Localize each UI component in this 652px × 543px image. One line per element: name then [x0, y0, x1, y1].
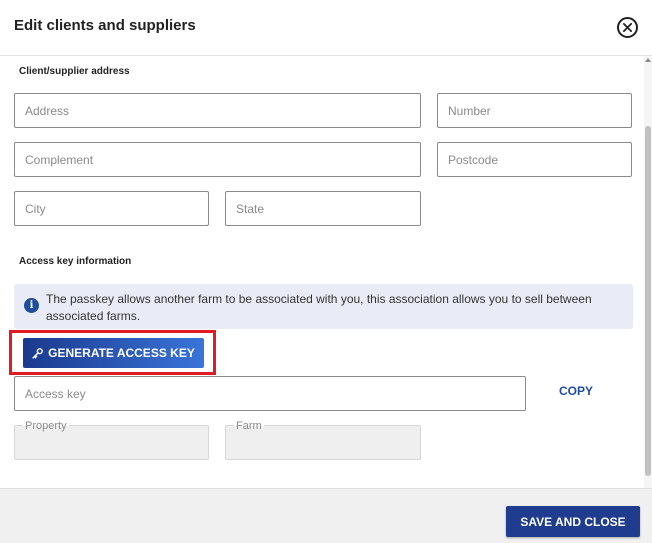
close-icon[interactable] [617, 17, 638, 38]
complement-input[interactable] [15, 143, 420, 176]
property-label: Property [23, 420, 69, 432]
city-field[interactable] [14, 191, 209, 226]
info-text: The passkey allows another farm to be as… [46, 292, 592, 323]
info-icon: i [24, 298, 39, 313]
access-key-field[interactable] [14, 376, 526, 411]
number-field[interactable] [437, 93, 632, 128]
info-banner: i The passkey allows another farm to be … [14, 284, 633, 329]
address-field[interactable] [14, 93, 421, 128]
modal-title: Edit clients and suppliers [14, 17, 196, 34]
modal-body: Client/supplier address Access key infor… [0, 56, 644, 488]
address-input[interactable] [15, 94, 420, 127]
modal-header: Edit clients and suppliers [0, 0, 652, 56]
postcode-input[interactable] [438, 143, 631, 176]
access-key-input[interactable] [15, 377, 525, 410]
generate-access-key-button[interactable]: GENERATE ACCESS KEY [23, 338, 204, 368]
number-input[interactable] [438, 94, 631, 127]
city-input[interactable] [15, 192, 208, 225]
key-icon [32, 347, 44, 359]
save-and-close-button[interactable]: SAVE AND CLOSE [506, 506, 640, 537]
postcode-field[interactable] [437, 142, 632, 177]
state-input[interactable] [226, 192, 420, 225]
property-field: Property [14, 420, 209, 460]
generate-button-label: GENERATE ACCESS KEY [48, 346, 195, 360]
scrollbar-thumb[interactable] [645, 126, 651, 476]
farm-field: Farm [225, 420, 421, 460]
complement-field[interactable] [14, 142, 421, 177]
modal-footer: SAVE AND CLOSE [0, 488, 652, 543]
copy-button[interactable]: COPY [553, 382, 599, 400]
address-section-title: Client/supplier address [19, 66, 130, 77]
farm-label: Farm [234, 420, 264, 432]
access-section-title: Access key information [19, 256, 132, 267]
scroll-up-icon[interactable] [645, 58, 651, 62]
edit-clients-modal: Edit clients and suppliers Client/suppli… [0, 0, 652, 543]
state-field[interactable] [225, 191, 421, 226]
vertical-scrollbar[interactable] [644, 56, 652, 488]
